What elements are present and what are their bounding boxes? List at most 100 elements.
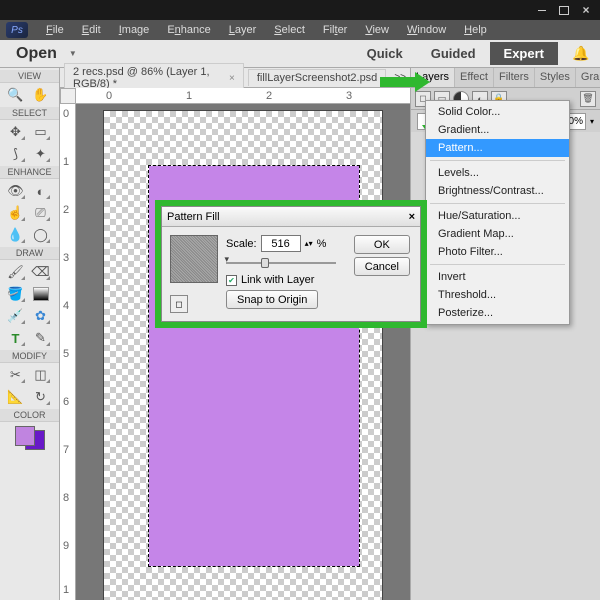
- ctx-levels[interactable]: Levels...: [426, 164, 569, 182]
- doc-tab-2[interactable]: fillLayerScreenshot2.psd: [248, 69, 386, 86]
- open-dropdown-icon[interactable]: ▼: [69, 49, 77, 58]
- panel-tab-styles[interactable]: Styles: [535, 68, 576, 87]
- menu-layer[interactable]: Layer: [221, 22, 265, 38]
- hand-tool-icon[interactable]: ✋: [29, 85, 52, 105]
- ruler-h-tick: 3: [346, 90, 352, 102]
- window-close[interactable]: ×: [576, 3, 596, 17]
- ruler-v-tick: 0: [63, 108, 69, 120]
- foreground-color-swatch[interactable]: [15, 426, 35, 446]
- ctx-gradient[interactable]: Gradient...: [426, 121, 569, 139]
- shape-tool-icon[interactable]: ✿: [29, 306, 52, 326]
- ctx-gradient-map[interactable]: Gradient Map...: [426, 225, 569, 243]
- sponge-tool-icon[interactable]: ◯: [29, 225, 52, 245]
- scale-slider[interactable]: [226, 256, 336, 270]
- panel-tab-filters[interactable]: Filters: [494, 68, 535, 87]
- doc-tabs-more-icon[interactable]: >>: [394, 72, 406, 83]
- cancel-button[interactable]: Cancel: [354, 257, 410, 276]
- redeye-tool-icon[interactable]: 👁: [4, 181, 27, 201]
- crop-tool-icon[interactable]: ✂: [4, 365, 27, 385]
- document-tabs: 2 recs.psd @ 86% (Layer 1, RGB/8) * × fi…: [60, 68, 410, 88]
- gradient-tool-icon[interactable]: [29, 284, 52, 304]
- blur-tool-icon[interactable]: 💧: [4, 225, 27, 245]
- pattern-preview[interactable]: [170, 235, 218, 283]
- type-tool-icon[interactable]: T: [4, 328, 27, 348]
- ruler-vertical[interactable]: 0 1 2 3 4 5 6 7 8 9 1: [60, 104, 76, 600]
- ruler-v-tick: 8: [63, 492, 69, 504]
- menu-help[interactable]: Help: [456, 22, 495, 38]
- ctx-brightness[interactable]: Brightness/Contrast...: [426, 182, 569, 200]
- ctx-hue-saturation[interactable]: Hue/Saturation...: [426, 207, 569, 225]
- scale-label: Scale:: [226, 238, 257, 250]
- ruler-v-tick: 6: [63, 396, 69, 408]
- adjustment-context-menu: Solid Color... Gradient... Pattern... Le…: [425, 100, 570, 325]
- menu-view[interactable]: View: [357, 22, 397, 38]
- color-swatch[interactable]: [15, 426, 45, 450]
- menu-edit[interactable]: Edit: [74, 22, 109, 38]
- snap-to-origin-button[interactable]: Snap to Origin: [226, 290, 318, 309]
- window-minimize[interactable]: [532, 3, 552, 17]
- snap-origin-icon[interactable]: ◻: [170, 295, 188, 313]
- notification-icon[interactable]: 🔔: [572, 45, 590, 63]
- recompose-tool-icon[interactable]: ◫: [29, 365, 52, 385]
- panel-tab-effects[interactable]: Effect: [455, 68, 494, 87]
- window-maximize[interactable]: [554, 3, 574, 17]
- ruler-v-tick: 5: [63, 348, 69, 360]
- ruler-h-tick: 0: [106, 90, 112, 102]
- paint-bucket-icon[interactable]: 🪣: [4, 284, 27, 304]
- smudge-tool-icon[interactable]: ☝: [4, 203, 27, 223]
- brush-tool-icon[interactable]: 🖌: [4, 262, 27, 282]
- straighten-tool-icon[interactable]: 📐: [4, 387, 27, 407]
- app-logo: Ps: [6, 22, 28, 38]
- menu-select[interactable]: Select: [266, 22, 313, 38]
- scale-input[interactable]: [261, 235, 301, 252]
- ruler-v-tick: 3: [63, 252, 69, 264]
- ctx-invert[interactable]: Invert: [426, 268, 569, 286]
- dialog-highlight: Pattern Fill × ◻ Scale: ▴▾ % ✔: [155, 200, 427, 328]
- ruler-horizontal[interactable]: 0 1 2 3: [76, 88, 410, 104]
- doc-tab-2-label: fillLayerScreenshot2.psd: [257, 72, 377, 84]
- menu-bar: Ps File Edit Image Enhance Layer Select …: [0, 20, 600, 40]
- color-section-label: COLOR: [0, 409, 59, 422]
- ctx-posterize[interactable]: Posterize...: [426, 304, 569, 322]
- menu-window[interactable]: Window: [399, 22, 454, 38]
- marquee-tool-icon[interactable]: ▭: [29, 122, 52, 142]
- spot-heal-icon[interactable]: ◐: [29, 181, 52, 201]
- mode-guided[interactable]: Guided: [417, 42, 490, 65]
- menu-image[interactable]: Image: [111, 22, 158, 38]
- mode-expert[interactable]: Expert: [490, 42, 558, 65]
- dialog-close-icon[interactable]: ×: [409, 211, 415, 223]
- menu-file[interactable]: File: [38, 22, 72, 38]
- zoom-tool-icon[interactable]: 🔍: [4, 85, 27, 105]
- modify-section-label: MODIFY: [0, 350, 59, 363]
- canvas[interactable]: [103, 110, 383, 600]
- mode-quick[interactable]: Quick: [353, 42, 417, 65]
- menu-enhance[interactable]: Enhance: [159, 22, 218, 38]
- lasso-tool-icon[interactable]: ⟆: [4, 144, 27, 164]
- opacity-dropdown-icon[interactable]: ▾: [590, 117, 594, 126]
- move-tool-icon[interactable]: ✥: [4, 122, 27, 142]
- clone-stamp-icon[interactable]: ⎚: [29, 203, 52, 223]
- wand-tool-icon[interactable]: ✦: [29, 144, 52, 164]
- ctx-solid-color[interactable]: Solid Color...: [426, 103, 569, 121]
- ruler-h-tick: 2: [266, 90, 272, 102]
- doc-tab-1-close-icon[interactable]: ×: [229, 73, 235, 84]
- ctx-photo-filter[interactable]: Photo Filter...: [426, 243, 569, 261]
- panel-tab-graphics[interactable]: Graph: [576, 68, 600, 87]
- ruler-v-tick: 1: [63, 584, 69, 596]
- scale-stepper-icon[interactable]: ▴▾: [305, 239, 313, 248]
- ruler-origin[interactable]: [60, 88, 76, 104]
- ctx-threshold[interactable]: Threshold...: [426, 286, 569, 304]
- ctx-pattern[interactable]: Pattern...: [426, 139, 569, 157]
- pencil-tool-icon[interactable]: ✎: [29, 328, 52, 348]
- panel-tab-layers[interactable]: Layers: [411, 68, 455, 87]
- ok-button[interactable]: OK: [354, 235, 410, 254]
- menu-filter[interactable]: Filter: [315, 22, 355, 38]
- content-move-icon[interactable]: ↻: [29, 387, 52, 407]
- ruler-v-tick: 4: [63, 300, 69, 312]
- link-with-layer-checkbox[interactable]: ✔: [226, 275, 237, 286]
- eraser-tool-icon[interactable]: ⌫: [29, 262, 52, 282]
- eyedropper-icon[interactable]: 💉: [4, 306, 27, 326]
- open-button[interactable]: Open: [10, 43, 63, 65]
- delete-layer-icon[interactable]: 🗑: [580, 91, 596, 107]
- ruler-v-tick: 1: [63, 156, 69, 168]
